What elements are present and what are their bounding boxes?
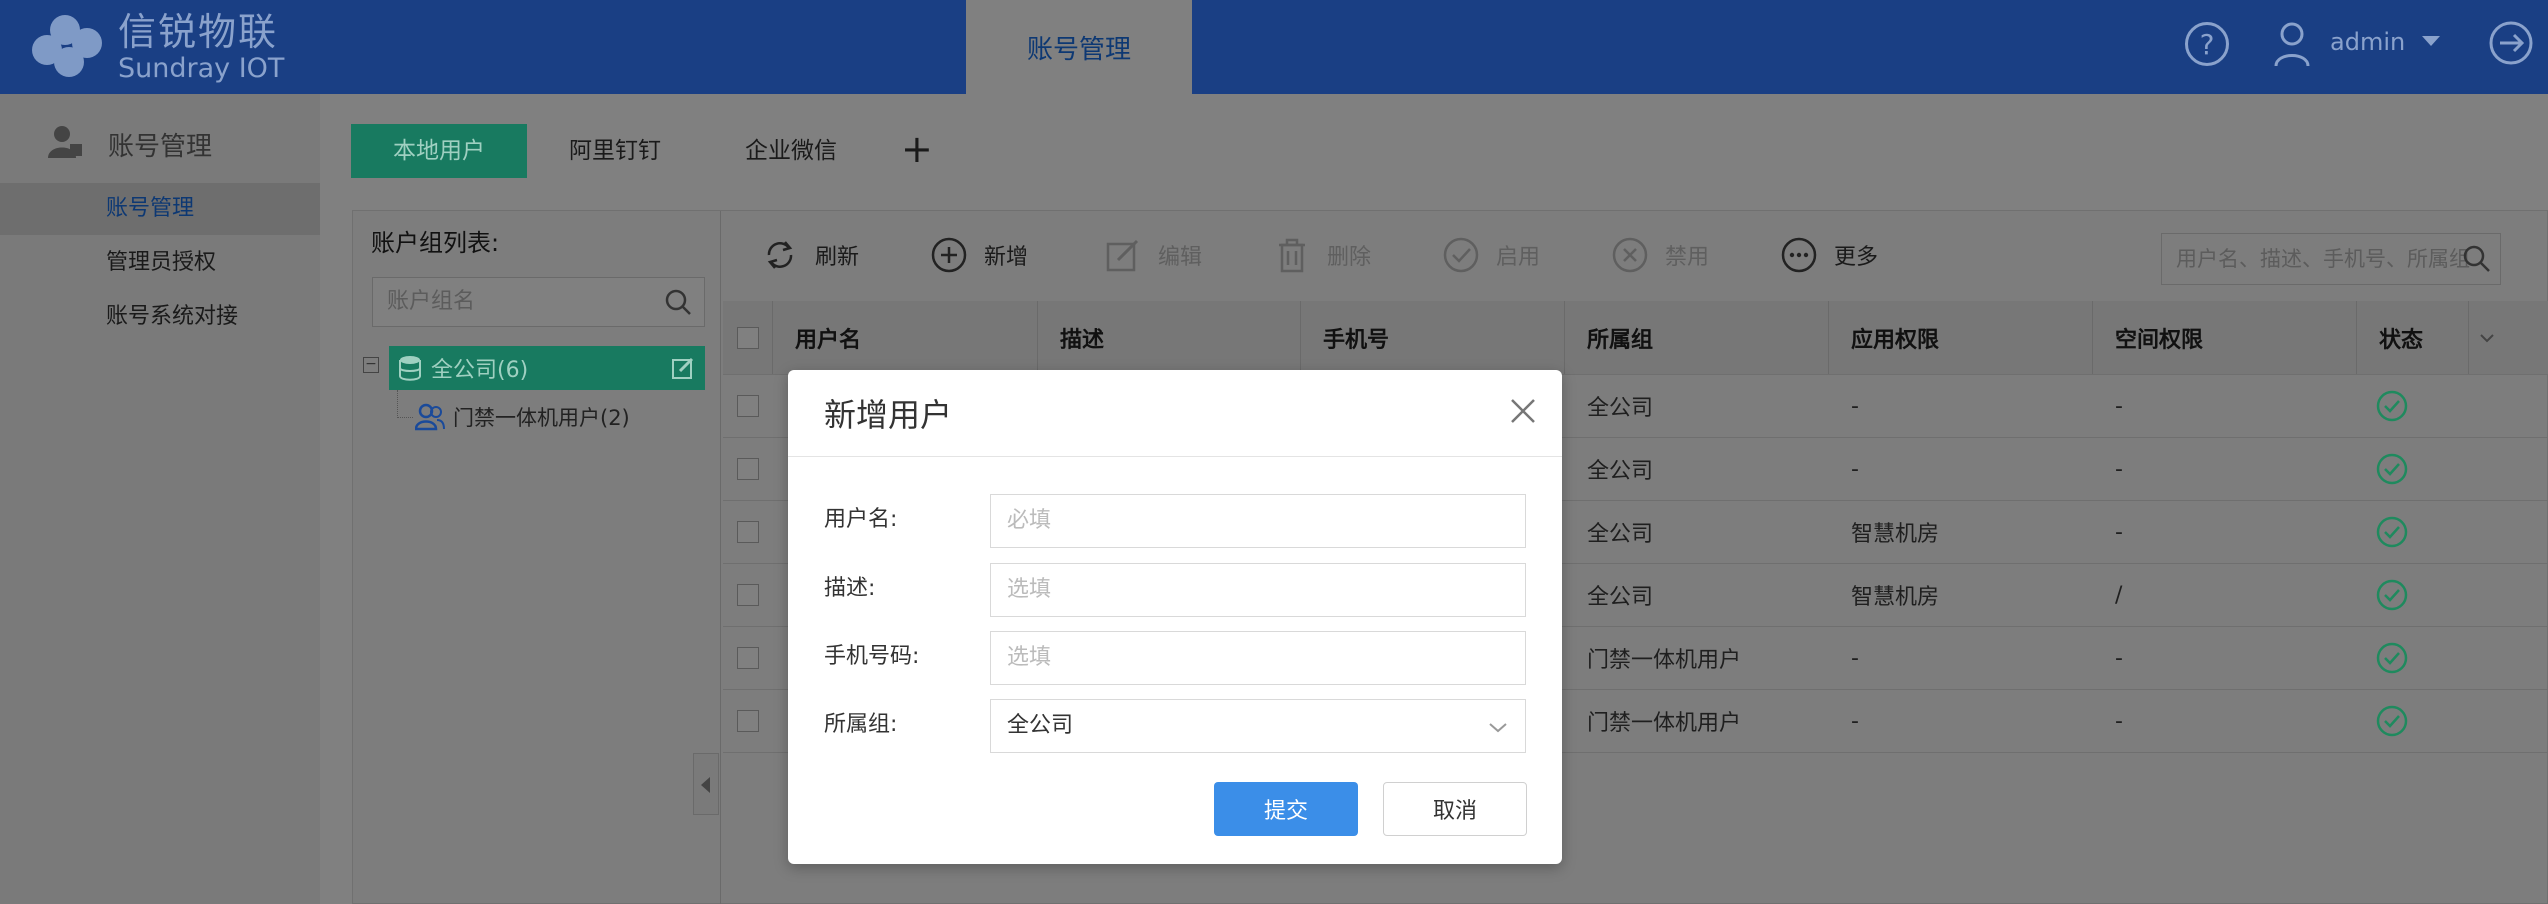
form-row-group: 所属组: 全公司 bbox=[824, 697, 1526, 753]
phone-input[interactable]: 选填 bbox=[990, 631, 1526, 685]
description-input[interactable]: 选填 bbox=[990, 563, 1526, 617]
phone-label: 手机号码: bbox=[824, 644, 920, 669]
form-row-description: 描述: 选填 bbox=[824, 561, 1526, 617]
dialog-divider bbox=[788, 456, 1562, 457]
chevron-down-icon bbox=[1489, 723, 1507, 733]
close-icon[interactable] bbox=[1506, 394, 1540, 428]
group-select[interactable]: 全公司 bbox=[990, 699, 1526, 753]
description-label: 描述: bbox=[824, 576, 876, 601]
form-row-phone: 手机号码: 选填 bbox=[824, 629, 1526, 685]
username-label: 用户名: bbox=[824, 507, 898, 532]
form-row-username: 用户名: 必填 bbox=[824, 492, 1526, 548]
add-user-dialog: 新增用户 用户名: 必填 描述: 选填 手机号码: 选填 所属组: 全公司 提交… bbox=[788, 370, 1562, 864]
username-input[interactable]: 必填 bbox=[990, 494, 1526, 548]
submit-button[interactable]: 提交 bbox=[1214, 782, 1358, 836]
group-label: 所属组: bbox=[824, 712, 898, 737]
group-select-value: 全公司 bbox=[1007, 713, 1074, 738]
cancel-button[interactable]: 取消 bbox=[1383, 782, 1527, 836]
dialog-title: 新增用户 bbox=[824, 396, 953, 434]
